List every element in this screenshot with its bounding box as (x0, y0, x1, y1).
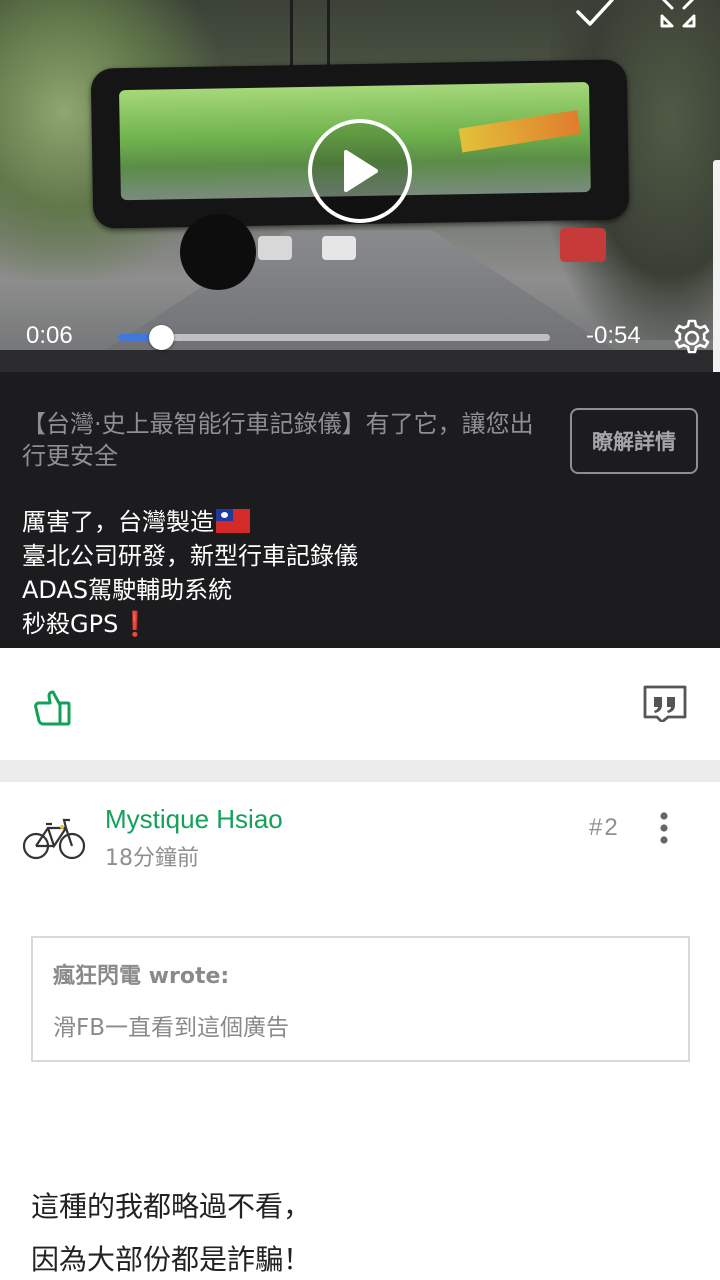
taiwan-flag-icon (216, 509, 250, 533)
ad-body-line: 厲害了，台灣製造 (22, 505, 358, 539)
expand-icon[interactable] (656, 0, 700, 34)
video-frame-mirror-arm (290, 0, 330, 70)
progress-bar[interactable] (118, 325, 550, 350)
more-options-icon[interactable] (652, 810, 676, 846)
video-frame-car (560, 228, 606, 262)
post-body-line: 這種的我都略過不看， (31, 1190, 312, 1223)
video-frame-camera (180, 214, 256, 290)
video-player[interactable]: 0:06 -0:54 (0, 0, 720, 372)
thumbs-up-icon[interactable] (32, 688, 72, 728)
settings-icon[interactable] (672, 318, 712, 358)
ad-body: 厲害了，台灣製造 臺北公司研發，新型行車記錄儀 ADAS駕駛輔助系統 秒殺GPS… (22, 505, 358, 641)
ad-body-line: ADAS駕駛輔助系統 (22, 576, 233, 604)
author-name[interactable]: Mystique Hsiao (105, 804, 283, 835)
floor-number: #2 (589, 814, 620, 841)
post-body-line: 因為大部份都是詐騙！ (31, 1243, 312, 1276)
video-frame-car (322, 236, 356, 260)
ad-body-line: 秒殺GPS❗ (22, 607, 358, 641)
exclamation-icon: ❗ (120, 610, 151, 638)
avatar[interactable] (22, 810, 86, 866)
video-frame-car (258, 236, 292, 260)
remaining-time: -0:54 (586, 322, 641, 349)
current-time: 0:06 (26, 322, 73, 349)
ad-body-text: 厲害了，台灣製造 (22, 508, 214, 536)
post-body: 這種的我都略過不看， 因為大部份都是詐騙！ (31, 1180, 311, 1280)
ad-description: 【台灣·史上最智能行車記錄儀】有了它，讓您出行更安全 瞭解詳情 厲害了，台灣製造… (0, 372, 720, 648)
play-icon (344, 150, 378, 192)
check-icon[interactable] (572, 0, 616, 34)
play-button[interactable] (308, 119, 412, 223)
quote-author: 瘋狂閃電 wrote: (53, 964, 230, 989)
quoted-reply: 瘋狂閃電 wrote: 滑FB一直看到這個廣告 (31, 936, 690, 1062)
ad-body-line: 臺北公司研發，新型行車記錄儀 (22, 542, 358, 570)
ad-headline: 【台灣·史上最智能行車記錄儀】有了它，讓您出行更安全 (22, 410, 534, 470)
learn-more-button[interactable]: 瞭解詳情 (570, 408, 698, 474)
quote-icon[interactable] (642, 682, 688, 722)
video-frame-dashboard (0, 350, 720, 372)
action-bar (0, 648, 720, 760)
section-divider (0, 760, 720, 782)
ad-body-text: 秒殺GPS (22, 610, 119, 638)
quote-text: 滑FB一直看到這個廣告 (53, 1015, 290, 1041)
post-timestamp: 18分鐘前 (105, 846, 199, 871)
reply-post: Mystique Hsiao 18分鐘前 #2 瘋狂閃電 wrote: 滑FB一… (0, 782, 720, 1280)
